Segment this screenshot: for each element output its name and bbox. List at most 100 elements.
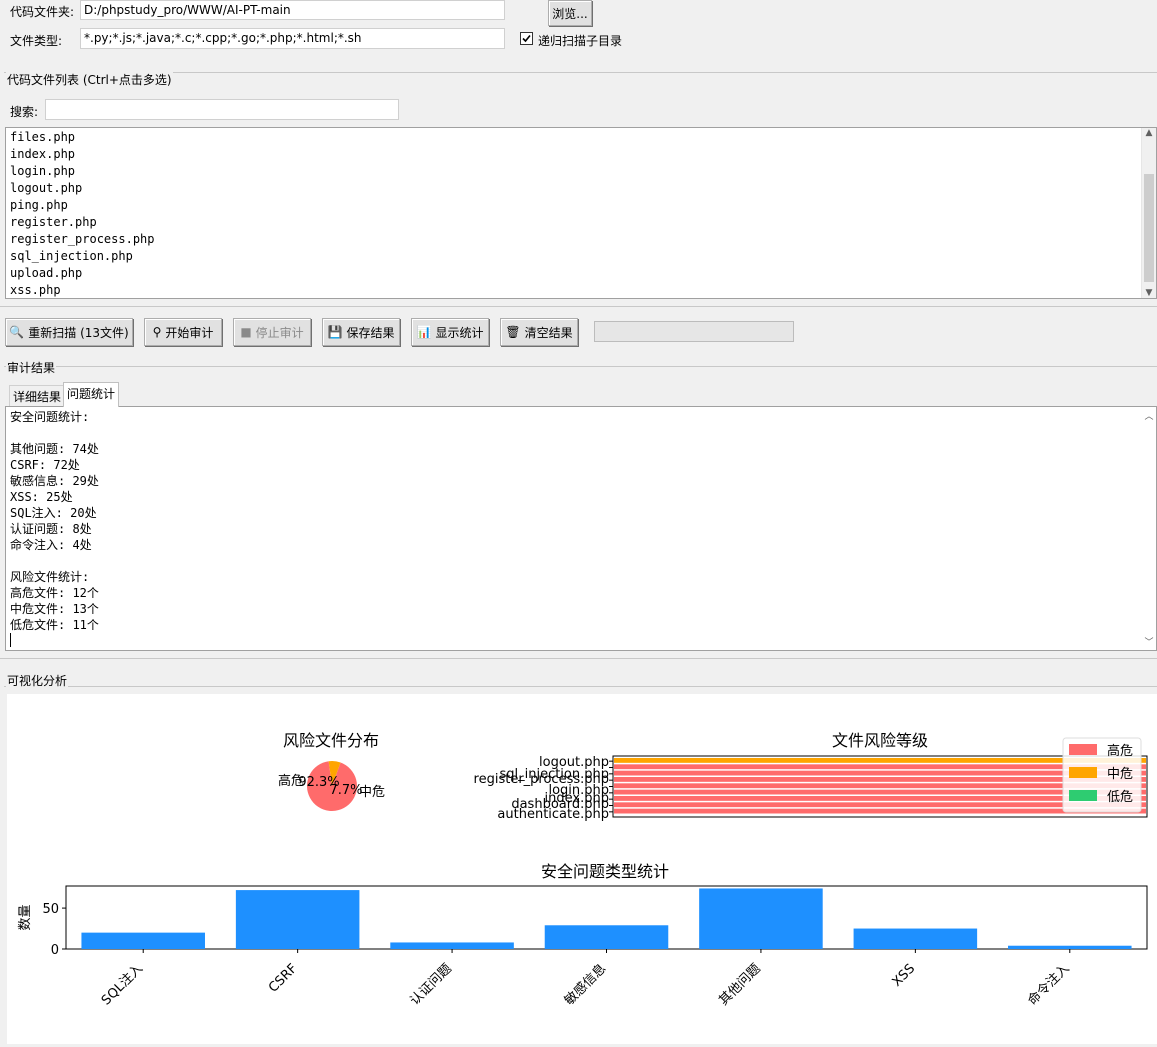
search-label: 搜索: (10, 105, 39, 119)
vbar-category-label: 敏感信息 (561, 961, 609, 1009)
result-line: 安全问题统计: (10, 410, 90, 424)
charts-figure: 风险文件分布 高危 中危 92.3% 7.7% 文件风险等级 logout.ph… (18, 731, 1148, 1009)
result-line: 敏感信息: 29处 (10, 474, 99, 488)
visual-group (4, 686, 1157, 687)
results-group (4, 366, 1157, 367)
result-line: 中危文件: 13个 (10, 602, 99, 616)
file-listbox[interactable]: files.php index.php login.php logout.php pin… (5, 127, 1157, 299)
vbar-title: 安全问题类型统计 (541, 862, 669, 881)
scroll-down-icon[interactable]: ▼ (1142, 288, 1156, 298)
vbar-category-label: SQL注入 (99, 961, 146, 1008)
result-line (10, 553, 99, 569)
file-list-item[interactable]: upload.php (10, 265, 155, 282)
vbar-category-label: 命令注入 (1025, 961, 1073, 1009)
file-list-item[interactable]: sql_injection.php (10, 248, 155, 265)
folder-label: 代码文件夹: (10, 5, 75, 19)
result-line (10, 425, 99, 441)
tab-issue-stats[interactable]: 问题统计 (63, 382, 120, 407)
file-type-input[interactable]: *.py;*.js;*.java;*.c;*.cpp;*.go;*.php;*.… (80, 28, 505, 49)
file-list-item[interactable]: index.php (10, 146, 155, 163)
result-line: 低危文件: 11个 (10, 618, 99, 632)
result-line: CSRF: 72处 (10, 458, 80, 472)
file-list-item[interactable]: logout.php (10, 180, 155, 197)
vbar-bar (1008, 945, 1132, 949)
show-stats-button[interactable]: 📊 显示统计 (411, 318, 489, 346)
file-list-item[interactable]: register.php (10, 214, 155, 231)
chevron-up-icon[interactable]: ︿ (1142, 409, 1156, 422)
file-list-item[interactable]: register_process.php (10, 231, 155, 248)
tab-detail-results[interactable]: 详细结果 (9, 385, 66, 406)
browse-button[interactable]: 浏览... (548, 0, 592, 26)
vbar-ytick-label: 0 (51, 943, 59, 958)
file-list-item[interactable]: xss.php (10, 282, 155, 298)
rescan-button[interactable]: 🔍 重新扫描 (13文件) (5, 318, 133, 346)
result-line: XSS: 25处 (10, 490, 73, 504)
file-type-label: 文件类型: (10, 34, 63, 48)
legend-swatch (1069, 790, 1097, 801)
file-list-item[interactable]: files.php (10, 129, 155, 146)
results-textarea[interactable]: 安全问题统计: 其他问题: 74处 CSRF: 72处敏感信息: 29处 XSS: 2… (5, 406, 1157, 651)
vbar-category-label: XSS (890, 961, 919, 990)
rescan-label: 重新扫描 (13文件) (28, 325, 129, 340)
clear-results-button[interactable]: 🗑 清空结果 (500, 318, 578, 346)
legend-label: 中危 (1107, 767, 1133, 782)
save-results-button[interactable]: 💾 保存结果 (322, 318, 400, 346)
result-line: SQL注入: 20处 (10, 506, 97, 520)
vbar-bar (81, 932, 205, 949)
folder-path-input[interactable]: D:/phpstudy_pro/WWW/AI-PT-main (80, 0, 505, 20)
result-line: 其他问题: 74处 (10, 442, 99, 456)
file-list-item[interactable]: login.php (10, 163, 155, 180)
recursive-label: 递归扫描子目录 (538, 34, 623, 48)
result-line: 风险文件统计: (10, 570, 90, 584)
chart-canvas: 风险文件分布 高危 中危 92.3% 7.7% 文件风险等级 logout.ph… (7, 694, 1157, 1044)
file-list-scrollbar[interactable]: ▲ ▼ (1141, 128, 1156, 298)
tab-stats-label: 问题统计 (67, 387, 116, 401)
divider (0, 658, 1157, 659)
start-audit-label: 开始审计 (165, 325, 214, 340)
chevron-down-icon[interactable]: ﹀ (1142, 635, 1156, 648)
result-line: 认证问题: 8处 (10, 522, 92, 536)
results-title: 审计结果 (6, 359, 57, 376)
vbar-ylabel: 数量 (18, 904, 33, 930)
vbar-bar (853, 928, 978, 949)
start-audit-button[interactable]: ⚲ 开始审计 (144, 318, 222, 346)
pie-title: 风险文件分布 (283, 731, 379, 750)
search-input[interactable] (45, 99, 399, 120)
results-text: 安全问题统计: 其他问题: 74处 CSRF: 72处敏感信息: 29处 XSS: 2… (7, 407, 102, 635)
bar-chart-icon: 📊 (416, 325, 432, 339)
file-list-item[interactable]: ping.php (10, 197, 155, 214)
visual-title: 可视化分析 (6, 672, 69, 689)
trash-icon: 🗑 (505, 325, 521, 339)
result-line: 命令注入: 4处 (10, 538, 92, 552)
hbar-tick-labels: logout.phpsql_injection.phpregister_proc… (474, 755, 609, 822)
hbar-tick-label: authenticate.php (497, 807, 609, 822)
vbar-bar (390, 942, 514, 949)
hbar-title: 文件风险等级 (832, 731, 928, 750)
show-stats-label: 显示统计 (435, 325, 484, 340)
stop-audit-button[interactable]: ■ 停止审计 (233, 318, 311, 346)
scroll-thumb[interactable] (1144, 174, 1154, 282)
vbar-bar (699, 888, 823, 949)
vbar-ytick-label: 50 (42, 902, 59, 917)
vbar-bar (544, 925, 669, 949)
save-results-label: 保存结果 (346, 325, 395, 340)
vbar-chart: SQL注入 CSRF 认证问题 敏感信息 其他问题 XSS 命令注入 0 50 数量 (18, 885, 1148, 1009)
clear-results-label: 清空结果 (524, 325, 573, 340)
divider (0, 306, 1157, 307)
stop-audit-label: 停止审计 (255, 325, 304, 340)
vbar-category-label: 其他问题 (716, 961, 763, 1008)
results-scrollbar[interactable]: ︿ ﹀ (1142, 407, 1156, 650)
pie-label-medium: 中危 (359, 785, 385, 800)
legend-swatch (1069, 744, 1097, 755)
stop-icon: ■ (240, 325, 252, 339)
legend-swatch (1069, 767, 1097, 778)
scroll-up-icon[interactable]: ▲ (1142, 128, 1156, 138)
legend-label: 高危 (1107, 743, 1133, 759)
recursive-checkbox[interactable] (520, 32, 533, 45)
search-icon: ⚲ (152, 325, 162, 339)
pie-pct-medium: 7.7% (329, 783, 362, 798)
floppy-disk-icon: 💾 (327, 325, 343, 339)
magnifier-icon: 🔍 (9, 325, 25, 339)
result-line: 高危文件: 12个 (10, 586, 99, 600)
vbar-category-label: CSRF (266, 961, 301, 996)
